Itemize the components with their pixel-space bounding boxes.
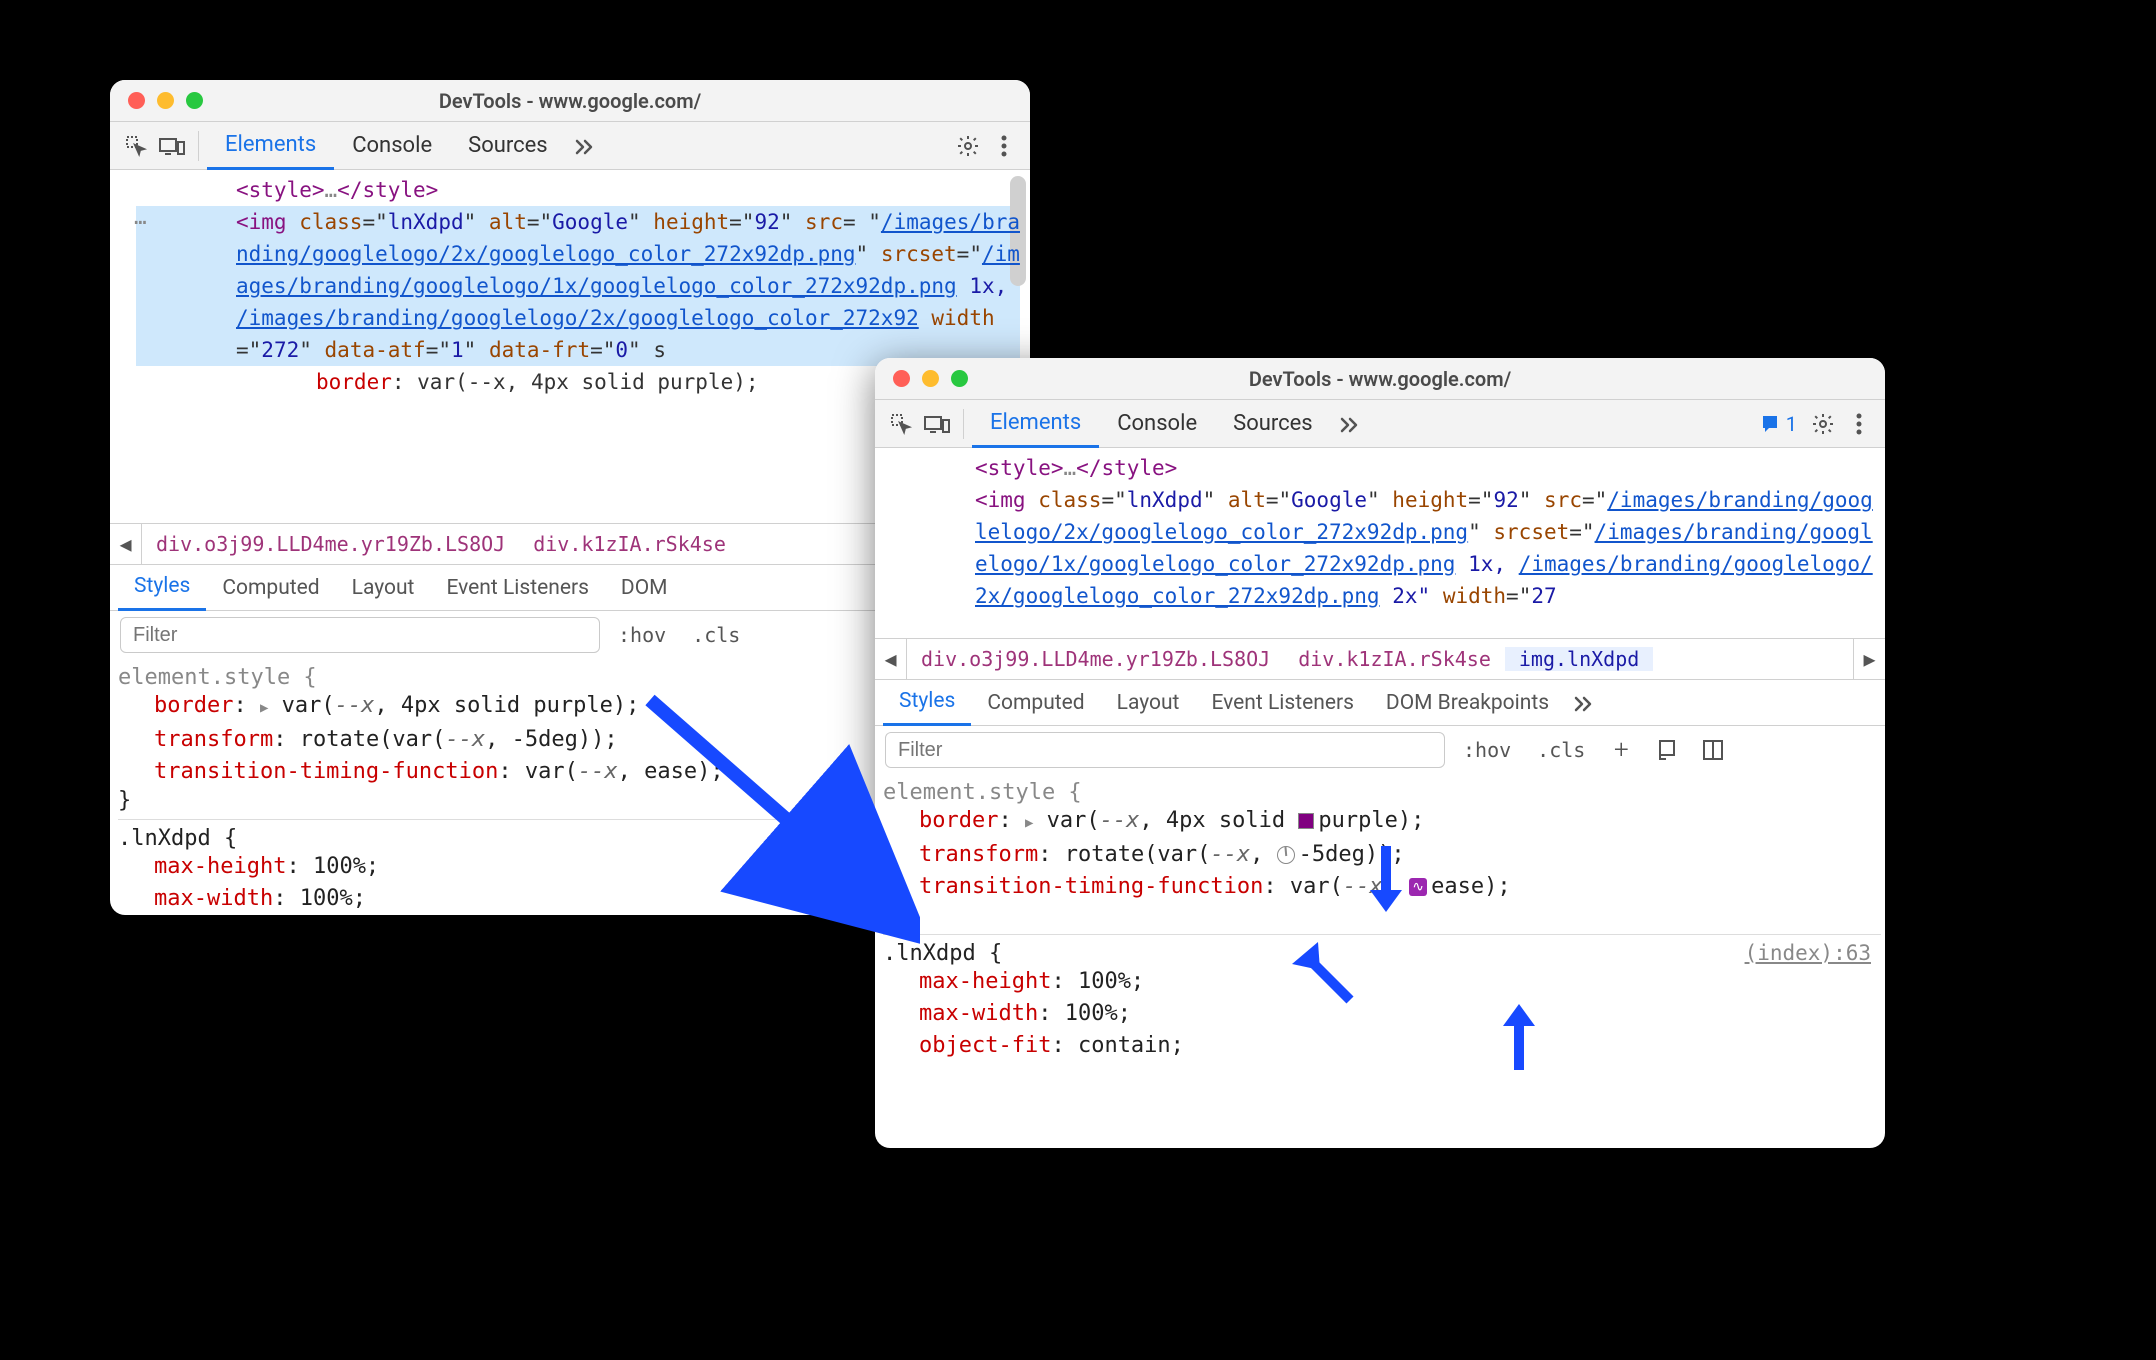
declaration-max-height[interactable]: max-height: 100%; — [883, 966, 1881, 998]
close-brace: } — [883, 903, 1881, 928]
color-swatch-icon[interactable] — [1298, 813, 1314, 829]
breadcrumb: ◀ div.o3j99.LLD4me.yr19Zb.LS8OJ div.k1zI… — [875, 638, 1885, 680]
declaration-max-width[interactable]: max-width: 100%; — [883, 998, 1881, 1030]
copy-styles-icon[interactable] — [1649, 732, 1685, 768]
filter-row: :hov .cls + — [875, 726, 1885, 774]
minimize-icon[interactable] — [157, 92, 174, 109]
device-icon[interactable] — [154, 128, 190, 164]
subtab-layout[interactable]: Layout — [336, 565, 431, 611]
maximize-icon[interactable] — [951, 370, 968, 387]
dom-line-selected[interactable]: ⋯ <img class="lnXdpd" alt="Google" heigh… — [136, 206, 1020, 366]
styles-pane[interactable]: element.style { border: ▶ var(--x, 4px s… — [875, 774, 1885, 1062]
declaration-ttf[interactable]: transition-timing-function: var(--x, ∿ea… — [883, 871, 1881, 903]
subtab-styles[interactable]: Styles — [118, 565, 206, 611]
selector-2[interactable]: (index):63 .lnXdpd { — [883, 941, 1881, 966]
subtab-computed[interactable]: Computed — [206, 565, 335, 611]
cls-button[interactable]: .cls — [1529, 738, 1593, 762]
cls-button[interactable]: .cls — [684, 623, 748, 647]
kebab-icon[interactable] — [986, 128, 1022, 164]
crumb-scroll-left[interactable]: ◀ — [875, 639, 907, 679]
window-title: DevTools - www.google.com/ — [439, 89, 701, 113]
crumb[interactable]: div.k1zIA.rSk4se — [519, 532, 740, 556]
subtab-layout[interactable]: Layout — [1101, 680, 1196, 726]
subtab-dom[interactable]: DOM — [605, 565, 684, 611]
declaration-border[interactable]: border: ▶ var(--x, 4px solid purple); — [883, 805, 1881, 839]
subtab-computed[interactable]: Computed — [971, 680, 1100, 726]
new-style-rule-icon[interactable]: + — [1603, 732, 1639, 768]
subtab-event-listeners[interactable]: Event Listeners — [430, 565, 604, 611]
subtab-event-listeners[interactable]: Event Listeners — [1195, 680, 1369, 726]
close-icon[interactable] — [128, 92, 145, 109]
issues-badge[interactable]: 1 — [1753, 412, 1805, 436]
subtab-dom-bp[interactable]: DOM Breakpoints — [1370, 680, 1565, 726]
crumb-scroll-right[interactable]: ▶ — [1853, 639, 1885, 679]
declaration-object-fit[interactable]: object-fit: contain; — [883, 1030, 1881, 1062]
panel-tabs: Elements Console Sources — [972, 400, 1331, 448]
tab-elements[interactable]: Elements — [207, 122, 334, 170]
computed-toggle-icon[interactable] — [1695, 732, 1731, 768]
more-tabs-icon[interactable] — [1331, 406, 1367, 442]
titlebar[interactable]: DevTools - www.google.com/ — [110, 80, 1030, 122]
filter-input[interactable] — [120, 617, 600, 653]
gear-icon[interactable] — [1805, 406, 1841, 442]
maximize-icon[interactable] — [186, 92, 203, 109]
titlebar[interactable]: DevTools - www.google.com/ — [875, 358, 1885, 400]
close-icon[interactable] — [893, 370, 910, 387]
dom-line[interactable]: <style>…</style> — [895, 452, 1875, 484]
crumb-selected[interactable]: img.lnXdpd — [1505, 647, 1653, 671]
tab-console[interactable]: Console — [334, 122, 450, 170]
hov-button[interactable]: :hov — [1455, 738, 1519, 762]
dom-line[interactable]: <img class="lnXdpd" alt="Google" height=… — [895, 484, 1875, 612]
styles-subtabs: Styles Computed Layout Event Listeners D… — [875, 680, 1885, 726]
device-icon[interactable] — [919, 406, 955, 442]
ellipsis-icon[interactable]: ⋯ — [134, 206, 149, 238]
inspect-icon[interactable] — [883, 406, 919, 442]
crumb-scroll-left[interactable]: ◀ — [110, 524, 142, 564]
more-tabs-icon[interactable] — [566, 128, 602, 164]
dom-tree[interactable]: <style>…</style> <img class="lnXdpd" alt… — [875, 448, 1885, 638]
hov-button[interactable]: :hov — [610, 623, 674, 647]
kebab-icon[interactable] — [1841, 406, 1877, 442]
gear-icon[interactable] — [950, 128, 986, 164]
more-subtabs-icon[interactable] — [1565, 685, 1601, 721]
tab-sources[interactable]: Sources — [450, 122, 566, 170]
main-toolbar: Elements Console Sources — [110, 122, 1030, 170]
bezier-swatch-icon[interactable]: ∿ — [1409, 878, 1427, 896]
panel-tabs: Elements Console Sources — [207, 122, 566, 170]
crumb[interactable]: div.o3j99.LLD4me.yr19Zb.LS8OJ — [142, 532, 519, 556]
crumb[interactable]: div.o3j99.LLD4me.yr19Zb.LS8OJ — [907, 647, 1284, 671]
source-location[interactable]: (index):63 — [1745, 941, 1871, 965]
minimize-icon[interactable] — [922, 370, 939, 387]
crumb[interactable]: div.k1zIA.rSk4se — [1284, 647, 1505, 671]
tab-elements[interactable]: Elements — [972, 400, 1099, 448]
dom-line[interactable]: <style>…</style> — [136, 174, 1020, 206]
main-toolbar: Elements Console Sources 1 — [875, 400, 1885, 448]
subtab-styles[interactable]: Styles — [883, 680, 971, 726]
filter-input[interactable] — [885, 732, 1445, 768]
devtools-window-right: DevTools - www.google.com/ Elements Cons… — [875, 358, 1885, 1148]
declaration-transform[interactable]: transform: rotate(var(--x, -5deg)); — [883, 839, 1881, 871]
selector[interactable]: element.style { — [883, 780, 1881, 805]
angle-swatch-icon[interactable] — [1277, 846, 1295, 864]
window-title: DevTools - www.google.com/ — [1249, 367, 1511, 391]
tab-sources[interactable]: Sources — [1215, 400, 1331, 448]
tab-console[interactable]: Console — [1099, 400, 1215, 448]
inspect-icon[interactable] — [118, 128, 154, 164]
